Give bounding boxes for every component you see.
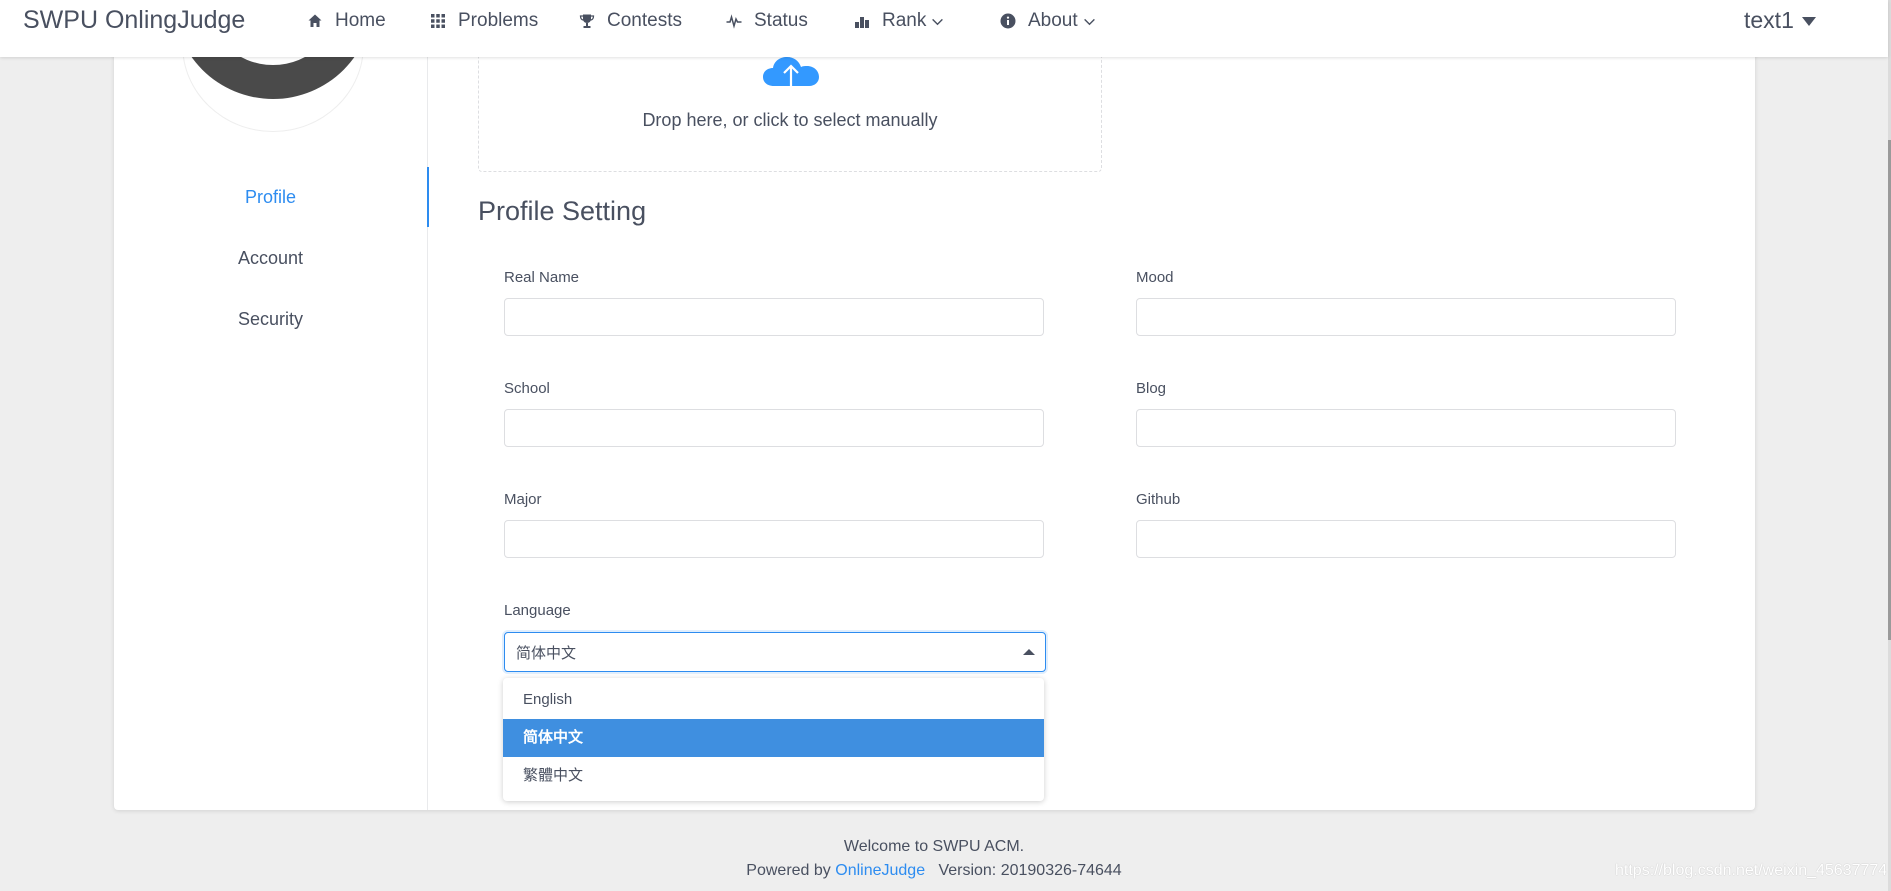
footer-welcome: Welcome to SWPU ACM.	[843, 838, 1025, 855]
language-label: Language	[504, 602, 571, 619]
language-option-english[interactable]: English	[503, 681, 1044, 719]
blog-label: Blog	[1136, 380, 1167, 397]
user-menu[interactable]: text1	[1744, 7, 1816, 34]
avatar-upload-dropzone[interactable]: Drop here, or click to select manually	[478, 48, 1102, 172]
major-input[interactable]	[504, 520, 1044, 558]
home-icon	[308, 14, 322, 27]
nav-home[interactable]: Home	[307, 9, 386, 33]
github-input[interactable]	[1136, 520, 1676, 558]
language-option-simplified-chinese[interactable]: 简体中文	[503, 719, 1044, 757]
nav-about-label: About	[1028, 10, 1078, 31]
username: text1	[1744, 7, 1794, 33]
language-dropdown: English 简体中文 繁體中文	[503, 678, 1044, 801]
chevron-down-icon	[932, 18, 944, 25]
sidebar-item-security[interactable]: Security	[114, 289, 427, 349]
school-label: School	[504, 380, 550, 397]
blog-input[interactable]	[1136, 409, 1676, 447]
nav-about[interactable]: About	[1000, 9, 1096, 33]
cloud-upload-icon	[763, 57, 819, 98]
footer-version: Version: 20190326-74644	[938, 862, 1122, 879]
major-label: Major	[504, 491, 542, 508]
sidebar-item-profile[interactable]: Profile	[114, 167, 429, 227]
language-select[interactable]: 简体中文	[504, 632, 1046, 672]
pulse-icon	[726, 14, 742, 29]
settings-card: Profile Account Security Drop here, or c…	[114, 0, 1755, 810]
nav-status[interactable]: Status	[726, 9, 808, 33]
site-logo[interactable]: SWPU OnlingJudge	[23, 6, 245, 35]
language-selected-value: 简体中文	[516, 645, 577, 662]
sidebar-item-account[interactable]: Account	[114, 228, 427, 288]
grid-icon	[431, 14, 445, 28]
bar-chart-icon	[855, 17, 869, 28]
mood-input[interactable]	[1136, 298, 1676, 336]
github-label: Github	[1136, 491, 1181, 508]
caret-down-icon	[1801, 17, 1816, 26]
top-navbar: SWPU OnlingJudge Home Problems Contests	[0, 0, 1888, 57]
language-option-traditional-chinese[interactable]: 繁體中文	[503, 757, 1044, 795]
real-name-label: Real Name	[504, 269, 580, 286]
chevron-down-icon	[1083, 18, 1095, 25]
school-input[interactable]	[504, 409, 1044, 447]
nav-problems[interactable]: Problems	[430, 9, 538, 33]
sidebar-divider	[427, 48, 428, 810]
nav-contests[interactable]: Contests	[579, 9, 682, 33]
nav-status-label: Status	[754, 10, 808, 31]
footer-powered-label: Powered by	[746, 862, 831, 879]
watermark-text: https://blog.csdn.net/weixin_45637774	[1615, 862, 1888, 879]
nav-home-label: Home	[335, 10, 386, 31]
real-name-input[interactable]	[504, 298, 1044, 336]
mood-label: Mood	[1136, 269, 1174, 286]
nav-contests-label: Contests	[607, 10, 682, 31]
info-icon	[1000, 13, 1016, 29]
footer-powered: Powered by OnlineJudge Version: 20190326…	[0, 862, 1868, 880]
nav-rank-label: Rank	[882, 10, 927, 31]
footer-onlinejudge-link[interactable]: OnlineJudge	[835, 862, 925, 879]
page-title: Profile Setting	[478, 196, 647, 226]
upload-hint: Drop here, or click to select manually	[642, 110, 938, 130]
nav-problems-label: Problems	[458, 10, 539, 31]
trophy-icon	[579, 14, 595, 28]
nav-rank[interactable]: Rank	[854, 9, 944, 33]
caret-up-icon	[1023, 649, 1035, 655]
